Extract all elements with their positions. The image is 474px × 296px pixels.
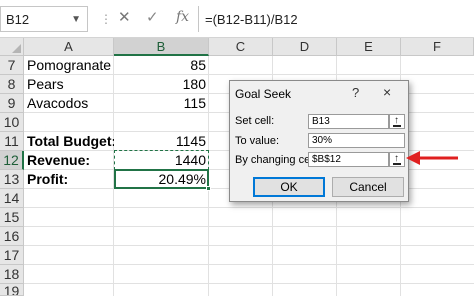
dialog-title: Goal Seek <box>235 87 292 101</box>
fill-handle[interactable] <box>206 186 211 191</box>
row-header-18[interactable]: 18 <box>0 265 24 284</box>
cell-a7[interactable]: Pomogranate <box>24 56 114 75</box>
selected-cell-b13[interactable] <box>114 169 209 189</box>
cell-a9[interactable]: Avacodos <box>24 94 114 113</box>
column-header-f[interactable]: F <box>401 38 474 56</box>
row-header-14[interactable]: 14 <box>0 189 24 208</box>
cell-a13[interactable]: Profit: <box>24 170 114 189</box>
red-arrow-icon <box>406 151 458 165</box>
cell-a10[interactable] <box>24 113 114 132</box>
changing-cell-label: By changing cell: <box>235 154 319 166</box>
cell-a8[interactable]: Pears <box>24 75 114 94</box>
to-value-field[interactable]: 30% <box>308 133 405 148</box>
row-header-11[interactable]: 11 <box>0 132 24 151</box>
insert-function-icon[interactable]: fx <box>176 9 189 25</box>
column-header-a[interactable]: A <box>24 38 114 56</box>
copy-marquee-b12 <box>114 150 209 170</box>
name-box-value: B12 <box>6 12 30 27</box>
row-header-7[interactable]: 7 <box>0 56 24 75</box>
row-header-19[interactable]: 19 <box>0 284 24 296</box>
row-header-16[interactable]: 16 <box>0 227 24 246</box>
formula-bar-divider <box>198 6 199 32</box>
cell-a12[interactable]: Revenue: <box>24 151 114 170</box>
close-icon[interactable]: × <box>383 84 391 100</box>
select-all-icon <box>12 44 21 53</box>
column-header-b[interactable]: B <box>114 38 209 56</box>
cell-b10[interactable] <box>114 113 209 132</box>
row-header-12[interactable]: 12 <box>0 151 24 170</box>
row-header-17[interactable]: 17 <box>0 246 24 265</box>
grid-line <box>24 245 474 246</box>
grid-line <box>24 264 474 265</box>
formula-input[interactable]: =(B12-B11)/B12 <box>205 12 298 27</box>
grid-line <box>24 226 474 227</box>
grid-line <box>24 207 474 208</box>
set-cell-label: Set cell: <box>235 115 275 127</box>
changing-cell-field[interactable]: $B$12 <box>308 152 389 167</box>
cancel-icon[interactable]: ✕ <box>118 8 131 26</box>
chevron-down-icon[interactable]: ▼ <box>71 14 81 25</box>
help-icon[interactable]: ? <box>352 85 359 100</box>
cell-a11[interactable]: Total Budget: <box>24 132 114 151</box>
column-header-e[interactable]: E <box>337 38 401 56</box>
to-value-label: To value: <box>235 135 280 147</box>
row-header-10[interactable]: 10 <box>0 113 24 132</box>
row-header-13[interactable]: 13 <box>0 170 24 189</box>
cell-b8[interactable]: 180 <box>114 75 209 94</box>
cell-b7[interactable]: 85 <box>114 56 209 75</box>
name-box[interactable]: B12 ▼ <box>0 6 88 32</box>
column-header-d[interactable]: D <box>273 38 337 56</box>
row-header-9[interactable]: 9 <box>0 94 24 113</box>
formula-bar-grip-icon[interactable]: ⋮ <box>100 12 112 26</box>
cancel-button[interactable]: Cancel <box>332 177 404 197</box>
grid-line <box>24 283 474 284</box>
collapse-dialog-icon-bar <box>393 163 401 165</box>
cell-b11[interactable]: 1145 <box>114 132 209 151</box>
collapse-dialog-icon-bar <box>393 125 401 127</box>
cell-b9[interactable]: 115 <box>114 94 209 113</box>
row-header-8[interactable]: 8 <box>0 75 24 94</box>
enter-check-icon[interactable]: ✓ <box>146 8 159 26</box>
changing-cell-ref-button[interactable]: ↑ <box>389 152 405 167</box>
set-cell-ref-button[interactable]: ↑ <box>389 114 405 129</box>
select-all-button[interactable] <box>0 38 24 56</box>
formula-bar: B12 ▼ ⋮ ✕ ✓ fx =(B12-B11)/B12 <box>0 0 474 38</box>
column-header-c[interactable]: C <box>209 38 273 56</box>
set-cell-field[interactable]: B13 <box>308 114 389 129</box>
goal-seek-dialog: Goal Seek ? × Set cell: B13 ↑ To value: … <box>229 80 409 202</box>
row-header-15[interactable]: 15 <box>0 208 24 227</box>
ok-button[interactable]: OK <box>253 177 325 197</box>
